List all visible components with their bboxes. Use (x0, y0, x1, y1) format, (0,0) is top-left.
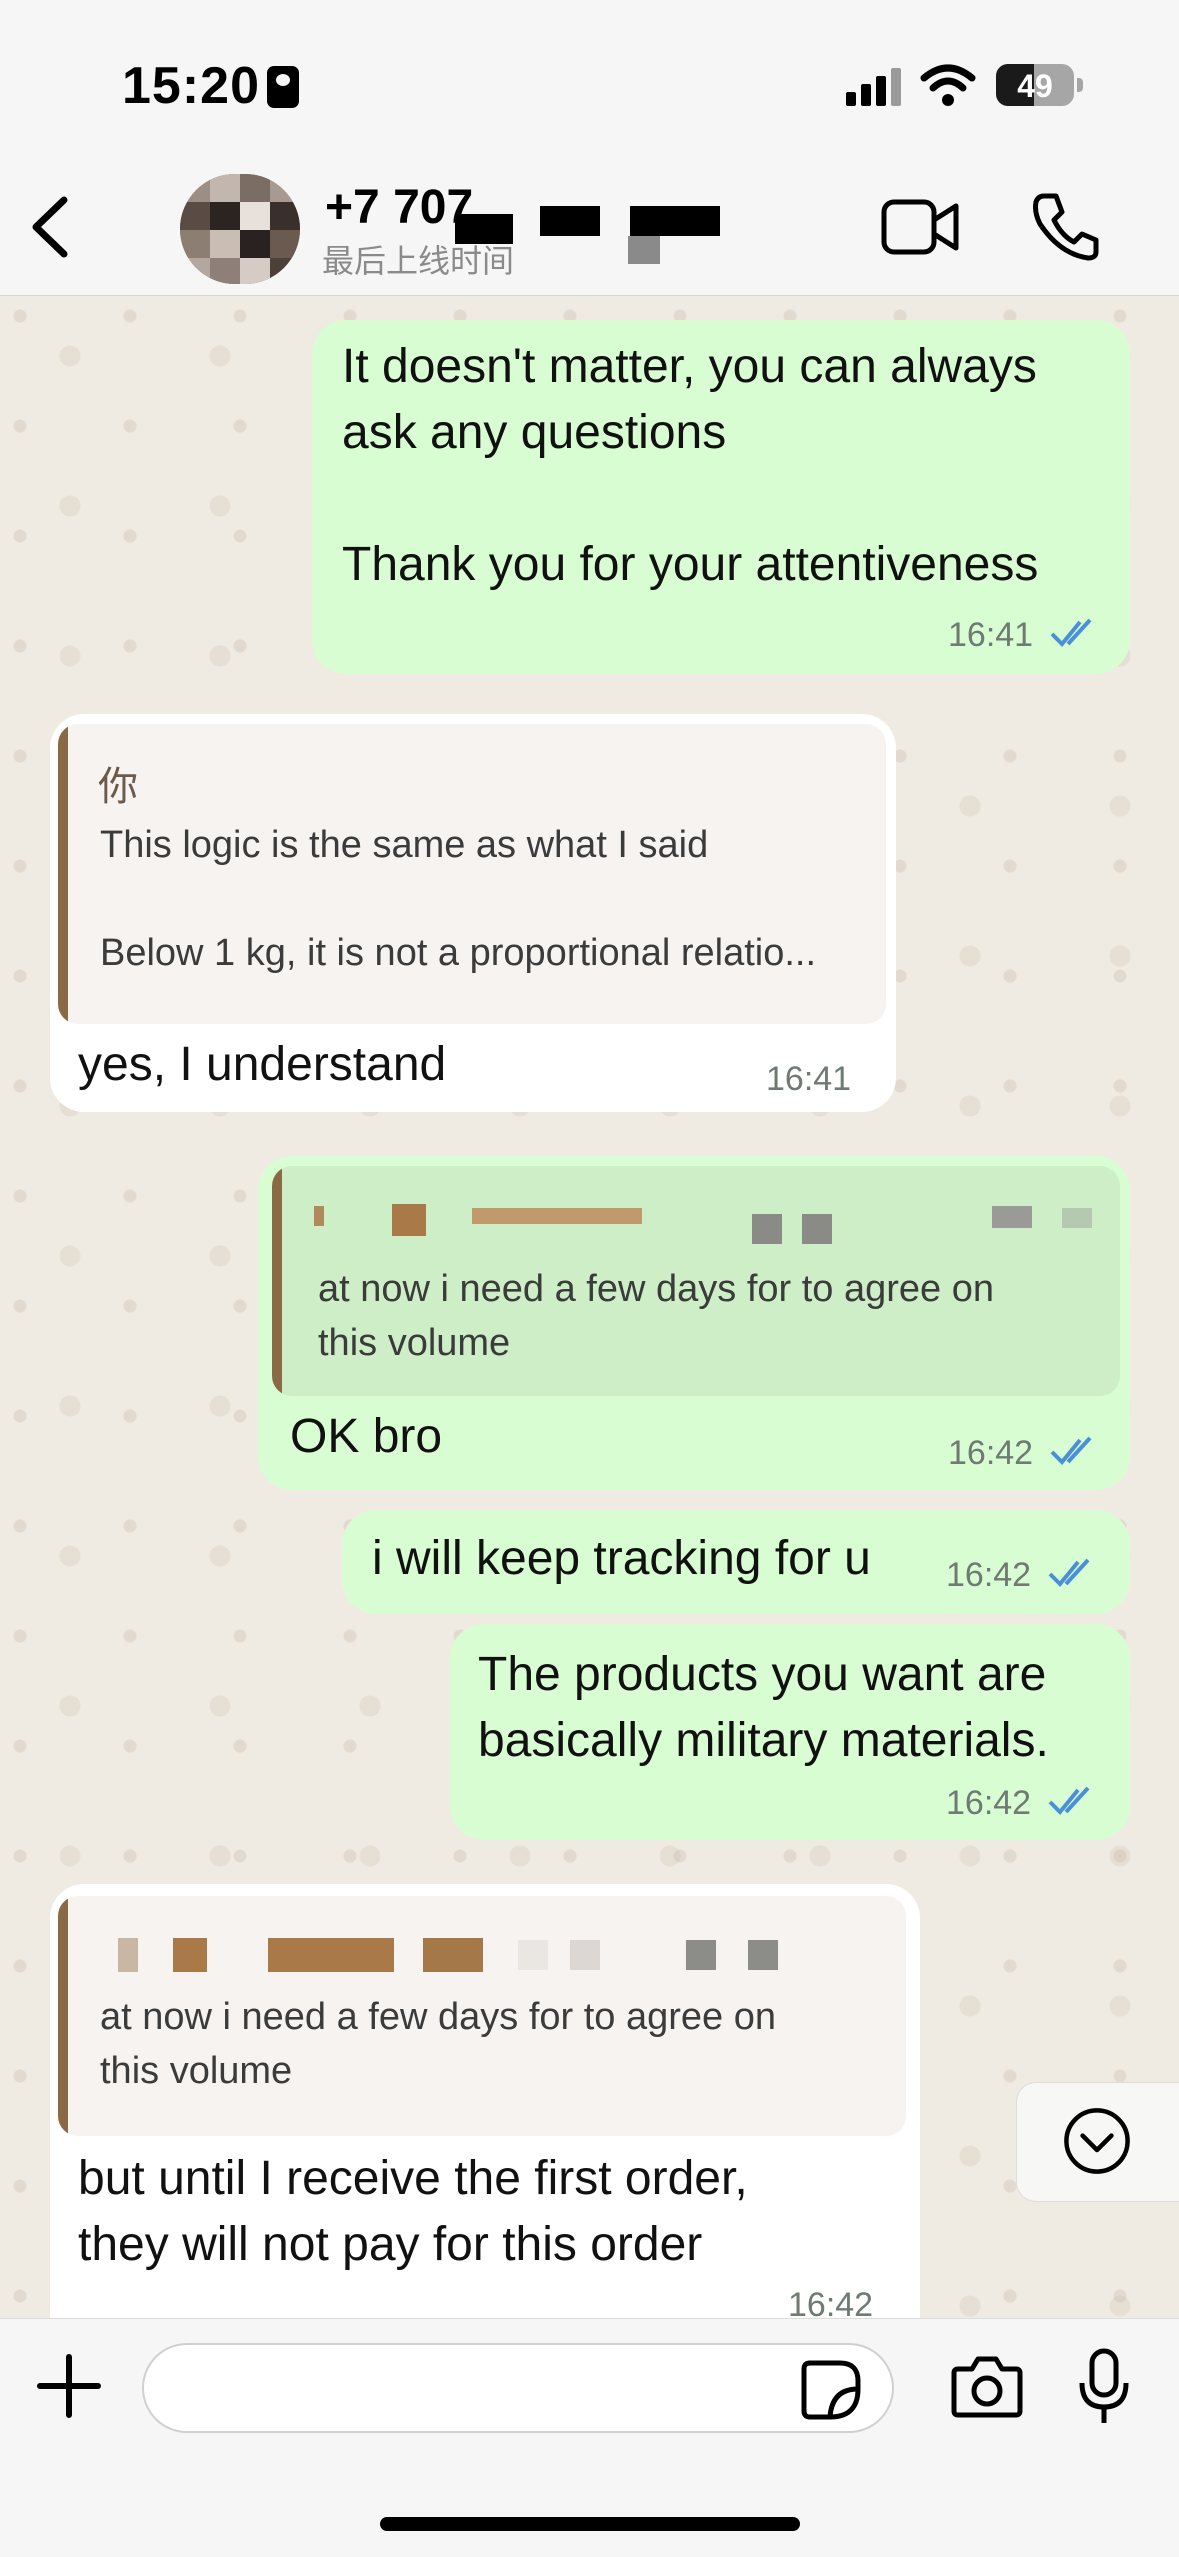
redacted-author (1062, 1208, 1092, 1228)
message-text: OK bro (290, 1410, 443, 1463)
phone-call-icon[interactable] (1030, 190, 1100, 262)
message-time: 16:42 (946, 1784, 1032, 1822)
contact-name[interactable]: +7 707 (325, 180, 473, 235)
microphone-icon[interactable] (1074, 2347, 1134, 2427)
message-text: they will not pay for this order (78, 2218, 703, 2271)
message-time: 16:42 (946, 1556, 1032, 1594)
contact-card-icon (267, 66, 299, 108)
quoted-text: This logic is the same as what I said (100, 824, 709, 866)
message-text: Thank you for your attentiveness (342, 538, 1039, 591)
battery-icon: 49 (996, 64, 1074, 106)
message-time: 16:42 (948, 1434, 1034, 1472)
quoted-message[interactable]: at now i need a few days for to agree on… (58, 1896, 906, 2136)
redaction-pixels (628, 236, 660, 264)
redacted-author (173, 1938, 207, 1972)
read-ticks-icon (1050, 1436, 1092, 1465)
chat-header: +7 707 最后上线时间 (0, 160, 1179, 296)
message-time: 16:42 (788, 2286, 874, 2318)
back-chevron-icon[interactable] (22, 192, 82, 262)
read-ticks-icon (1048, 1786, 1090, 1815)
chat-messages[interactable]: It doesn't matter, you can always ask an… (0, 296, 1179, 2318)
message-text: i will keep tracking for u (372, 1532, 871, 1585)
redacted-author (686, 1940, 716, 1970)
message-bubble-incoming[interactable]: at now i need a few days for to agree on… (50, 1884, 920, 2318)
quoted-text: at now i need a few days for to agree on (100, 1996, 776, 2038)
quoted-message[interactable]: at now i need a few days for to agree on… (272, 1166, 1120, 1396)
read-ticks-icon (1048, 1558, 1090, 1587)
message-text: yes, I understand (78, 1038, 447, 1091)
chevron-down-circle-icon (1064, 2108, 1130, 2174)
quoted-author: 你 (98, 765, 138, 809)
scroll-to-bottom-button[interactable] (1016, 2082, 1179, 2202)
video-call-icon[interactable] (880, 196, 960, 258)
redacted-author (570, 1940, 600, 1970)
redacted-author (118, 1938, 138, 1972)
message-time: 16:41 (948, 616, 1034, 654)
status-bar: 15:20 49 (0, 0, 1179, 160)
cellular-signal-icon (846, 68, 902, 106)
redaction-block (540, 206, 600, 236)
message-text: ask any questions (342, 406, 727, 459)
message-text: but until I receive the first order, (78, 2152, 748, 2205)
redacted-author (314, 1206, 324, 1226)
message-text: The products you want are (478, 1648, 1047, 1701)
redacted-author (392, 1204, 426, 1236)
message-bubble-outgoing[interactable]: It doesn't matter, you can always ask an… (312, 320, 1130, 674)
message-bubble-outgoing[interactable]: The products you want are basically mili… (450, 1624, 1130, 1840)
read-ticks-icon (1050, 618, 1092, 647)
quoted-text: this volume (318, 1322, 511, 1364)
redaction-block (630, 206, 720, 236)
message-time: 16:41 (766, 1060, 852, 1098)
status-time: 15:20 (122, 57, 260, 115)
message-bubble-outgoing[interactable]: at now i need a few days for to agree on… (258, 1156, 1130, 1490)
quoted-message[interactable]: 你 This logic is the same as what I said … (58, 724, 886, 1024)
redacted-author (748, 1940, 778, 1970)
wifi-icon (920, 64, 976, 106)
redacted-author (423, 1938, 483, 1972)
redacted-author (268, 1938, 394, 1972)
quoted-text: Below 1 kg, it is not a proportional rel… (100, 932, 817, 974)
home-indicator[interactable] (380, 2517, 800, 2531)
sticker-icon[interactable] (800, 2359, 862, 2421)
redaction-block (455, 214, 513, 244)
redacted-author (472, 1208, 642, 1224)
plus-icon[interactable] (36, 2353, 102, 2419)
quoted-text: this volume (100, 2050, 293, 2092)
quoted-text: at now i need a few days for to agree on (318, 1268, 994, 1310)
message-text: It doesn't matter, you can always (342, 340, 1037, 393)
composer-bar (0, 2318, 1179, 2557)
redacted-author (802, 1214, 832, 1244)
battery-tip (1077, 78, 1083, 92)
message-bubble-outgoing[interactable]: i will keep tracking for u 16:42 (342, 1510, 1130, 1614)
redacted-author (992, 1206, 1032, 1228)
message-text: basically military materials. (478, 1714, 1049, 1767)
avatar[interactable] (180, 174, 300, 284)
message-bubble-incoming[interactable]: 你 This logic is the same as what I said … (50, 714, 896, 1112)
battery-percent: 49 (1017, 68, 1053, 104)
redacted-author (518, 1940, 548, 1970)
message-input[interactable] (142, 2343, 894, 2433)
redacted-author (752, 1214, 782, 1244)
camera-icon[interactable] (950, 2355, 1024, 2419)
